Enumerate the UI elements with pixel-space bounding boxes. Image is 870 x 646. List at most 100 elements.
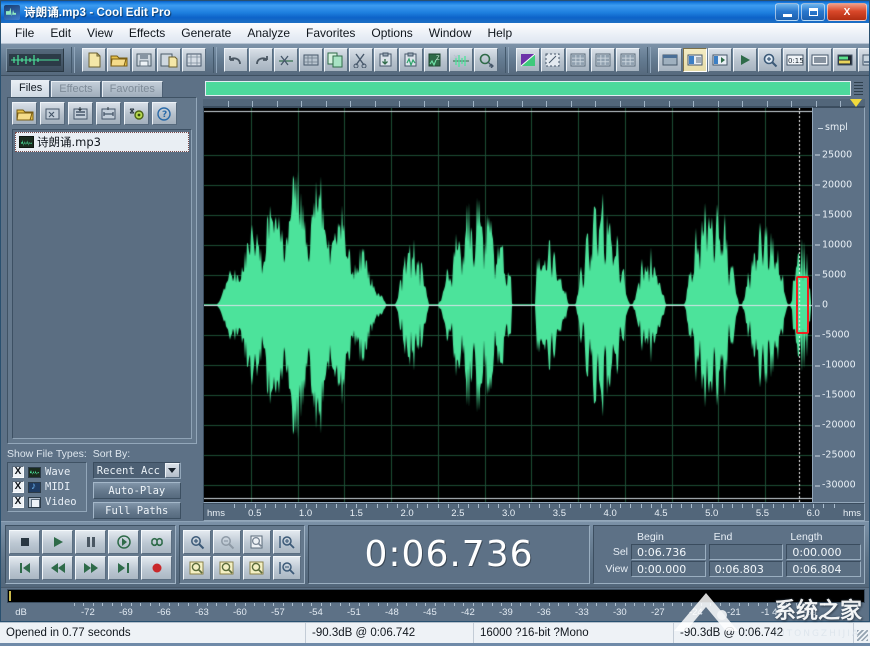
checkbox[interactable]: X [12, 481, 24, 493]
pause-button[interactable] [75, 529, 106, 554]
file-list[interactable]: 诗朗诵.mp3 [12, 129, 192, 439]
menu-item-edit[interactable]: Edit [42, 24, 79, 42]
tab-favorites[interactable]: Favorites [101, 81, 163, 97]
zoom-to-selection-button[interactable] [243, 555, 271, 580]
menu-item-window[interactable]: Window [421, 24, 480, 42]
stop-button[interactable] [9, 529, 40, 554]
resize-grip-icon[interactable] [854, 623, 870, 643]
phase-button[interactable] [616, 47, 640, 72]
view-length-field[interactable]: 0:06.804 [786, 561, 862, 577]
play-button[interactable] [42, 529, 73, 554]
menu-item-help[interactable]: Help [479, 24, 520, 42]
tab-files[interactable]: Files [11, 80, 51, 97]
amplitude-button[interactable] [566, 47, 590, 72]
trim-button[interactable] [449, 47, 473, 72]
waveform-display[interactable] [203, 107, 856, 503]
zoom-row [183, 529, 301, 554]
full-paths-button[interactable]: Full Paths [92, 502, 181, 519]
zoom-in-vertical-button[interactable] [273, 529, 301, 554]
show-placekeeper-button[interactable] [858, 47, 869, 72]
file-type-wave[interactable]: X Wave [12, 466, 82, 478]
go-to-beginning-button[interactable] [9, 555, 40, 580]
view-end-field[interactable]: 0:06.803 [708, 561, 784, 577]
zoom-out-horizontal-button[interactable] [213, 529, 241, 554]
level-meter-display[interactable] [7, 589, 865, 603]
horizontal-scrollbar[interactable] [203, 80, 865, 98]
zoom-to-selection-right-button[interactable] [213, 555, 241, 580]
checkbox[interactable]: X [12, 496, 24, 508]
mix-paste-button[interactable] [399, 47, 423, 72]
scrollbar-thumb[interactable] [205, 81, 851, 96]
menu-item-analyze[interactable]: Analyze [239, 24, 298, 42]
waveform-view-button[interactable] [6, 47, 64, 72]
show-transport-button[interactable] [708, 47, 732, 72]
time-ruler[interactable]: hms hms 0.5 1.0 1.5 2.0 2.5 3.0 3.5 4.0 4.5 5.0 5.5 6… [203, 503, 865, 521]
undo-button[interactable] [224, 47, 248, 72]
menu-item-view[interactable]: View [79, 24, 121, 42]
menu-item-generate[interactable]: Generate [173, 24, 239, 42]
show-sel-view-button[interactable] [808, 47, 832, 72]
menu-item-effects[interactable]: Effects [121, 24, 173, 42]
cut-trim-button[interactable] [274, 47, 298, 72]
menu-item-options[interactable]: Options [363, 24, 420, 42]
cut-button[interactable] [349, 47, 373, 72]
view-begin-field[interactable]: 0:00.000 [631, 561, 706, 577]
close-button[interactable]: X [827, 3, 867, 21]
waveform-canvas[interactable] [204, 108, 812, 502]
open-file-button[interactable] [107, 47, 131, 72]
save-as-button[interactable] [157, 47, 181, 72]
minimize-button[interactable] [775, 3, 799, 21]
scrollbar-grip[interactable] [854, 82, 863, 95]
play-to-end-button[interactable] [108, 529, 139, 554]
fast-forward-button[interactable] [75, 555, 106, 580]
marquee-select-button[interactable] [541, 47, 565, 72]
rewind-button[interactable] [42, 555, 73, 580]
spectral-view-button[interactable] [516, 47, 540, 72]
file-type-video[interactable]: X Video [12, 496, 82, 508]
zoom-to-selection-left-button[interactable] [183, 555, 211, 580]
help-button[interactable]: ? [152, 102, 177, 125]
zoom-in-horizontal-button[interactable] [183, 529, 211, 554]
frequency-button[interactable] [591, 47, 615, 72]
tab-effects[interactable]: Effects [51, 81, 101, 97]
checkbox[interactable]: X [12, 466, 24, 478]
new-file-button[interactable] [82, 47, 106, 72]
redo-button[interactable] [249, 47, 273, 72]
paste-button[interactable] [374, 47, 398, 72]
zoom-out-full-button[interactable] [243, 529, 271, 554]
insert-into-cd-list-button[interactable] [96, 102, 121, 125]
record-button[interactable] [141, 555, 172, 580]
sel-end-field[interactable] [708, 544, 784, 560]
sel-begin-field[interactable]: 0:06.736 [631, 544, 706, 560]
close-file-button[interactable] [40, 102, 65, 125]
find-button[interactable] [474, 47, 498, 72]
show-zoom-controls-button[interactable] [758, 47, 782, 72]
show-file-panel-button[interactable] [683, 47, 707, 72]
level-meter[interactable]: dB -72 -69 -66 -63 -60 -57 -54 -51 -48 -45 -42 -39 -3… [1, 587, 869, 621]
select-view-button[interactable] [299, 47, 323, 72]
file-options-button[interactable] [124, 102, 149, 125]
copy-button[interactable] [324, 47, 348, 72]
insert-into-multitrack-button[interactable] [68, 102, 93, 125]
menu-item-file[interactable]: File [7, 24, 42, 42]
list-item[interactable]: 诗朗诵.mp3 [15, 132, 189, 152]
batch-button[interactable] [182, 47, 206, 72]
menu-item-favorites[interactable]: Favorites [298, 24, 363, 42]
open-file-button[interactable] [12, 102, 37, 125]
auto-play-button[interactable]: Auto-Play [92, 482, 181, 499]
save-file-button[interactable] [132, 47, 156, 72]
sel-length-field[interactable]: 0:00.000 [786, 544, 862, 560]
zoom-out-vertical-button[interactable] [273, 555, 301, 580]
file-type-midi[interactable]: X MIDI [12, 481, 82, 493]
paste-to-new-button[interactable]: Z [424, 47, 448, 72]
go-to-end-button[interactable] [108, 555, 139, 580]
chevron-down-icon[interactable] [164, 463, 180, 478]
vertical-ruler[interactable]: smpl 25000 20000 15000 10000 5000 0 -5000 -10000… [813, 107, 865, 503]
show-toolbars-button[interactable] [658, 47, 682, 72]
show-play-controls-button[interactable] [733, 47, 757, 72]
show-time-display-button[interactable]: 0:15 [783, 47, 807, 72]
loop-play-button[interactable] [141, 529, 172, 554]
show-level-meters-button[interactable] [833, 47, 857, 72]
time-display[interactable]: 0:06.736 [308, 525, 590, 584]
maximize-button[interactable] [801, 3, 825, 21]
